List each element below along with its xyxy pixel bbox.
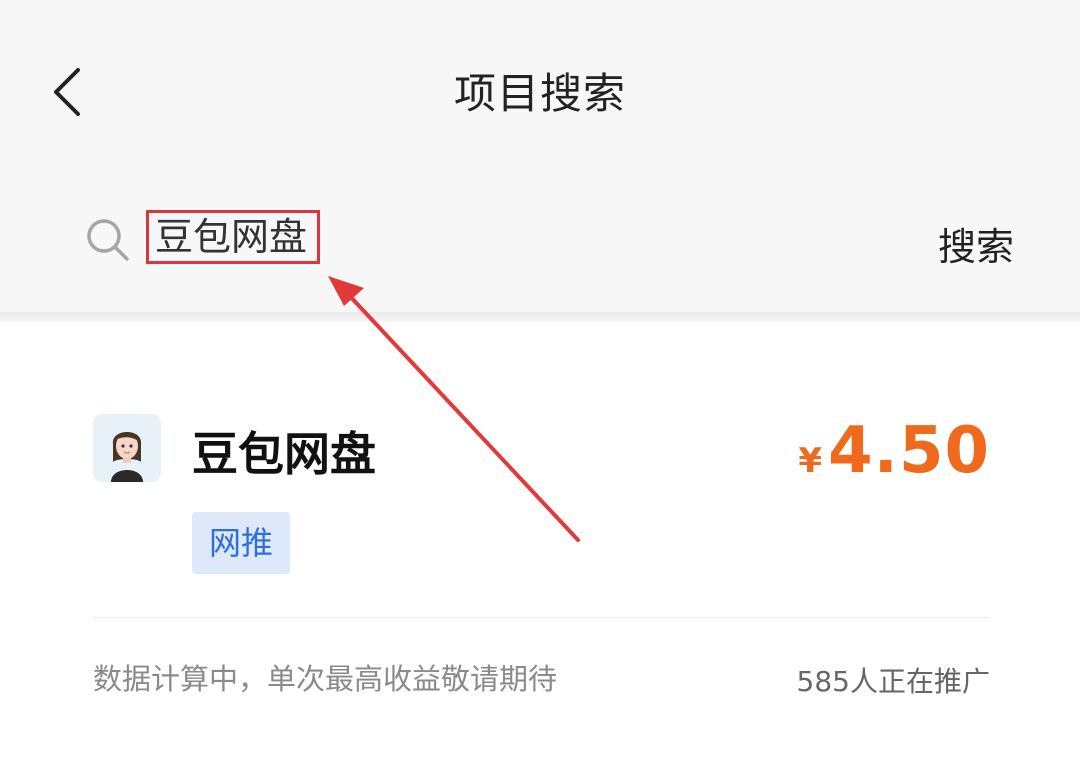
price-symbol: ¥ (798, 441, 823, 481)
page-title: 项目搜索 (453, 69, 626, 118)
price-amount: 4.50 (828, 414, 990, 488)
avatar (93, 414, 161, 482)
app-header: 项目搜索 (0, 0, 1080, 180)
project-name: 豆包网盘 (192, 427, 376, 481)
promoter-count: 585人正在推广 (796, 665, 990, 698)
project-card[interactable]: 豆包网盘 ¥4.50 网推 数据计算中，单次最高收益敬请期待 585人正在推广 (0, 322, 1080, 765)
search-icon (87, 219, 129, 261)
price: ¥4.50 (798, 414, 990, 488)
earning-note: 数据计算中，单次最高收益敬请期待 (93, 662, 558, 696)
search-button[interactable]: 搜索 (938, 216, 1014, 271)
search-input[interactable]: 豆包网盘 (146, 210, 320, 264)
row-divider (93, 617, 990, 618)
category-tag: 网推 (192, 512, 290, 574)
search-bar: 豆包网盘 搜索 (0, 180, 1080, 315)
avatar-woman-icon (93, 414, 161, 482)
